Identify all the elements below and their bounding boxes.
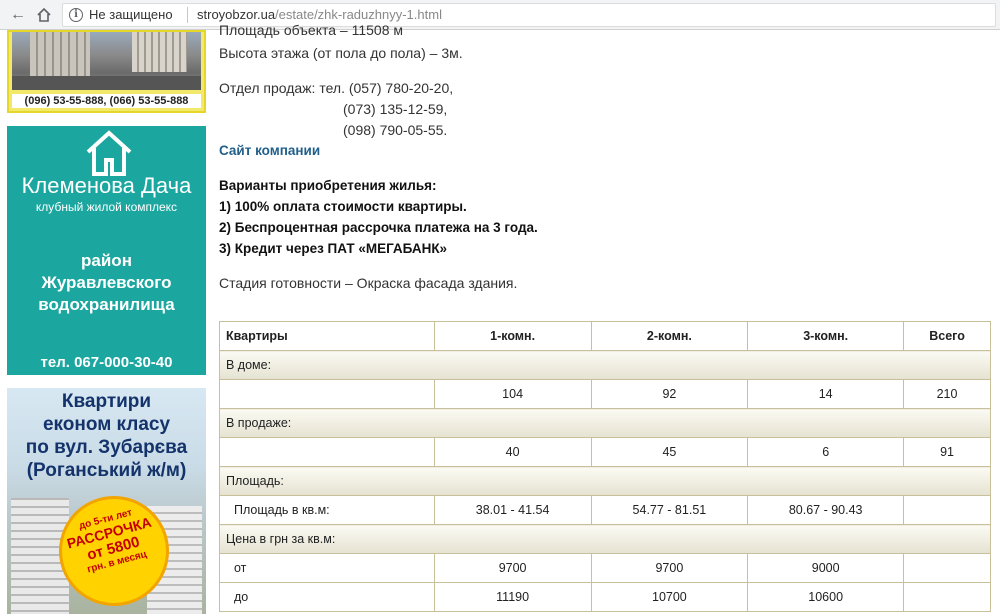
table-cell xyxy=(903,553,991,583)
table-header-row: Квартиры 1-комн. 2-комн. 3-комн. Всего xyxy=(219,321,991,351)
table-cell: 92 xyxy=(590,379,749,409)
table-cell: 14 xyxy=(747,379,905,409)
table-section-row: В продаже: xyxy=(219,408,991,438)
headline-line: Квартири xyxy=(61,391,152,412)
table-cell: 11190 xyxy=(433,582,592,612)
table-cell: 45 xyxy=(590,437,749,467)
browser-toolbar: ← i Не защищено stroyobzor.ua/estate/zhk… xyxy=(0,0,1000,30)
banner-headline: Квартири економ класу по вул. Зубарєва (… xyxy=(7,390,206,482)
column-header: Всего xyxy=(903,321,991,351)
purchase-option: 1) 100% оплата стоимости квартиры. xyxy=(219,199,467,214)
table-cell xyxy=(903,582,991,612)
section-label: Площадь: xyxy=(219,466,991,496)
height-line: Высота этажа (от пола до пола) – 3м. xyxy=(219,45,463,61)
sales-phone: (098) 790-05-55. xyxy=(343,122,448,138)
table-cell: 54.77 - 81.51 xyxy=(590,495,749,525)
table-cell: 9700 xyxy=(433,553,592,583)
company-site-link[interactable]: Сайт компании xyxy=(219,143,320,158)
headline-line: (Роганський ж/м) xyxy=(26,460,187,481)
purchase-title: Варианты приобретения жилья: xyxy=(219,178,437,193)
top-ad-banner[interactable]: (096) 53-55-888, (066) 53-55-888 xyxy=(7,30,206,113)
home-icon[interactable] xyxy=(34,5,54,25)
building-shape xyxy=(30,32,90,76)
table-section-row: В доме: xyxy=(219,350,991,380)
address-separator xyxy=(187,7,188,23)
klemenova-dacha-banner[interactable]: Клеменова Дача клубный жилой комплекс ра… xyxy=(7,126,206,375)
column-header: 3-комн. xyxy=(747,321,905,351)
location-line: водохранилища xyxy=(38,295,175,314)
sales-phone: (073) 135-12-59, xyxy=(343,101,448,117)
table-cell: 9700 xyxy=(590,553,749,583)
column-header: 1-комн. xyxy=(433,321,592,351)
table-cell: 9000 xyxy=(747,553,905,583)
table-row: до 11190 10700 10600 xyxy=(219,582,991,612)
banner-subtitle: клубный жилой комплекс xyxy=(35,200,178,214)
headline-line: по вул. Зубарєва xyxy=(25,437,188,458)
location-line: район xyxy=(81,251,132,270)
column-header: 2-комн. xyxy=(590,321,749,351)
column-header: Квартиры xyxy=(219,321,435,351)
section-label: В доме: xyxy=(219,350,991,380)
row-label: от xyxy=(219,553,435,583)
info-icon[interactable]: i xyxy=(69,8,83,22)
table-cell: 104 xyxy=(433,379,592,409)
table-cell xyxy=(903,495,991,525)
section-label: В продаже: xyxy=(219,408,991,438)
road-shape xyxy=(12,76,201,90)
table-cell: 6 xyxy=(747,437,905,467)
sales-line: Отдел продаж: тел. (057) 780-20-20, xyxy=(219,80,454,96)
table-cell: 80.67 - 90.43 xyxy=(747,495,905,525)
table-cell: 10700 xyxy=(590,582,749,612)
row-label: Площадь в кв.м: xyxy=(219,495,435,525)
readiness-stage: Стадия готовности – Окраска фасада здани… xyxy=(219,275,518,291)
back-arrow-icon[interactable]: ← xyxy=(8,5,28,25)
banner-photo xyxy=(12,32,201,90)
address-bar[interactable]: i Не защищено stroyobzor.ua/estate/zhk-r… xyxy=(62,3,996,27)
table-cell: 40 xyxy=(433,437,592,467)
url-host: stroyobzor.ua xyxy=(197,7,276,22)
purchase-option: 2) Беспроцентная рассрочка платежа на 3 … xyxy=(219,220,538,235)
row-label xyxy=(219,437,435,467)
house-icon xyxy=(86,130,132,176)
table-row: 104 92 14 210 xyxy=(219,379,991,409)
security-label: Не защищено xyxy=(89,7,173,22)
section-label: Цена в грн за кв.м: xyxy=(219,524,991,554)
table-cell: 210 xyxy=(903,379,991,409)
purchase-option: 3) Кредит через ПАТ «МЕГАБАНК» xyxy=(219,241,448,256)
url-path: /estate/zhk-raduzhnyy-1.html xyxy=(275,7,442,22)
location-line: Журавлевского xyxy=(41,273,172,292)
table-row: Площадь в кв.м: 38.01 - 41.54 54.77 - 81… xyxy=(219,495,991,525)
banner-title: Клеменова Дача xyxy=(21,173,192,198)
apartments-table: Квартиры 1-комн. 2-комн. 3-комн. Всего В… xyxy=(219,321,991,612)
table-section-row: Цена в грн за кв.м: xyxy=(219,524,991,554)
table-cell: 38.01 - 41.54 xyxy=(433,495,592,525)
table-cell: 10600 xyxy=(747,582,905,612)
table-section-row: Площадь: xyxy=(219,466,991,496)
table-cell: 91 xyxy=(903,437,991,467)
row-label xyxy=(219,379,435,409)
area-line: Площадь объекта – 11508 м xyxy=(219,22,404,38)
building-shape xyxy=(132,32,187,72)
banner-phone: тел. 067-000-30-40 xyxy=(40,354,173,371)
table-row: 40 45 6 91 xyxy=(219,437,991,467)
banner-location: район Журавлевского водохранилища xyxy=(7,250,206,316)
zubareva-banner[interactable]: Квартири економ класу по вул. Зубарєва (… xyxy=(7,388,206,614)
banner-phones: (096) 53-55-888, (066) 53-55-888 xyxy=(12,94,201,108)
table-row: от 9700 9700 9000 xyxy=(219,553,991,583)
row-label: до xyxy=(219,582,435,612)
headline-line: економ класу xyxy=(42,414,171,435)
